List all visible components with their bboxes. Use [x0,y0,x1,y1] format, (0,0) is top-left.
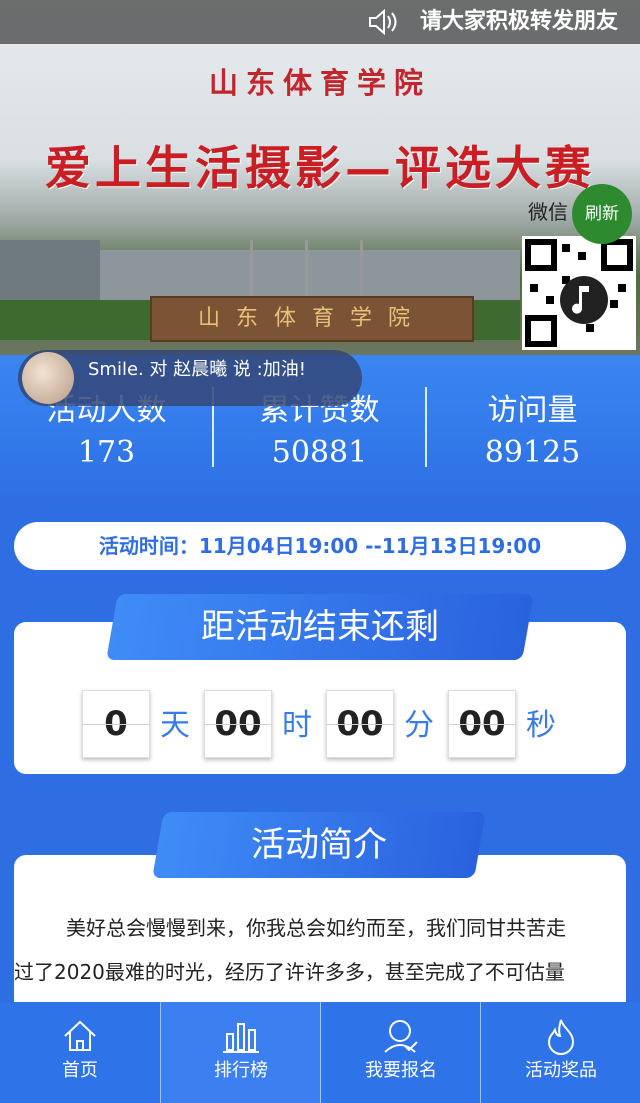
activity-time: 活动时间：11月04日19:00 --11月13日19:00 [14,522,626,570]
nav-prizes[interactable]: 活动奖品 [481,1002,640,1103]
marquee-text: 请大家积极转发朋友 [420,9,619,34]
nav-label: 首页 [62,1060,98,1081]
bottom-nav: 首页 排行榜 我要报名 活动奖品 [0,1002,640,1103]
danmu-text: Smile. 对 赵晨曦 说 :加油! [88,359,306,380]
intro-text: 美好总会慢慢到来，你我总会如约而至，我们同甘共苦走 过了2020最难的时光，经历… [14,906,626,994]
weixin-label: 微信 [528,200,568,224]
nav-label: 排行榜 [214,1060,268,1081]
danmu-bubble: Smile. 对 赵晨曦 说 :加油! [18,350,362,406]
intro-line: 美好总会慢慢到来，你我总会如约而至，我们同甘共苦走 [66,916,566,940]
countdown-seconds: 00 [448,690,516,758]
intro-line: 过了2020最难的时光，经历了许许多多，甚至完成了不可估量 [14,960,565,984]
nav-label: 活动奖品 [525,1060,597,1081]
gate-sign: 山东体育学院 [150,296,474,342]
minutes-unit: 分 [404,708,434,743]
avatar [22,352,74,404]
bar-chart-icon [223,1023,259,1053]
countdown-minutes: 00 [326,690,394,758]
flame-icon [547,1019,575,1055]
user-check-icon [384,1020,418,1053]
countdown-days: 0 [82,690,150,758]
countdown-hours: 00 [204,690,272,758]
refresh-button[interactable]: 刷新 [572,184,632,244]
nav-signup[interactable]: 我要报名 [321,1002,481,1103]
days-unit: 天 [160,708,190,743]
qr-code [522,236,636,350]
notice-marquee: 请大家积极转发朋友 [0,0,640,44]
banner-image: 山东体育学院 请大家积极转发朋友 山东体育学院 爱上生活摄影—评选大赛 微信 刷… [0,0,640,355]
home-icon [64,1020,96,1051]
school-name: 山东体育学院 [208,66,431,100]
seconds-unit: 秒 [526,708,556,743]
nav-label: 我要报名 [365,1060,437,1081]
stat-visits: 访问量 89125 [426,385,639,470]
stat-value: 89125 [484,435,581,470]
intro-title-tab: 活动简介 [152,812,486,878]
hours-unit: 时 [282,708,312,743]
contest-title: 爱上生活摄影—评选大赛 [45,141,595,195]
nav-ranking[interactable]: 排行榜 [161,1002,321,1103]
stat-label: 访问量 [487,393,578,428]
stat-value: 50881 [271,435,368,470]
countdown-title-tab: 距活动结束还剩 [106,594,534,660]
stat-value: 173 [77,435,136,470]
speaker-icon[interactable] [366,6,398,38]
nav-home[interactable]: 首页 [0,1002,160,1103]
intro-title: 活动简介 [251,825,387,865]
countdown-title: 距活动结束还剩 [201,607,439,647]
